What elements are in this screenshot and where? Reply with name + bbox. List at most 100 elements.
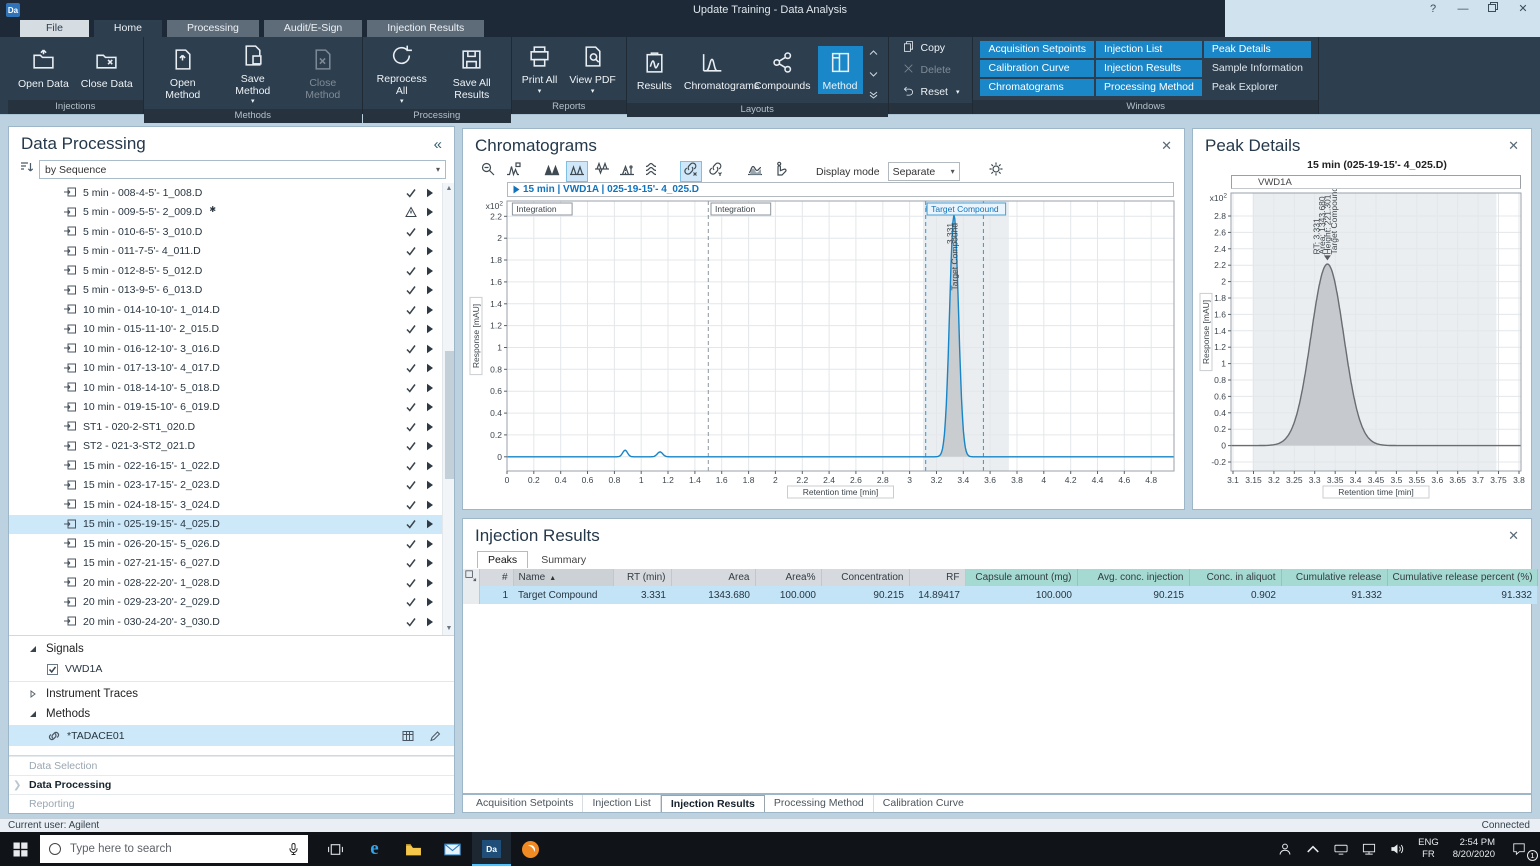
processing-method-window-button[interactable]: Processing Method [1096,79,1202,96]
overlay-signals-button[interactable] [566,161,588,182]
signal-vwd1a-checkbox[interactable] [47,664,58,675]
workflow-step-data-selection[interactable]: Data Selection [9,756,454,775]
injection-item[interactable]: 5 min - 008-4-5'- 1_008.D [9,183,454,203]
injection-item[interactable]: 15 min - 024-18-15'- 3_024.D [9,495,454,515]
file-explorer-button[interactable] [394,832,433,866]
scroll-down-icon[interactable]: ▼ [443,623,454,635]
reprocess-item-button[interactable] [426,363,434,373]
injection-item[interactable]: 5 min - 010-6-5'- 3_010.D [9,222,454,242]
reprocess-item-button[interactable] [426,344,434,354]
bottom-tab-injection-results[interactable]: Injection Results [661,795,765,812]
reprocess-item-button[interactable] [426,578,434,588]
column-header-concentration[interactable]: Concentration [821,569,909,586]
injection-item[interactable]: 15 min - 023-17-15'- 2_023.D [9,476,454,496]
injection-item[interactable]: 10 min - 017-13-10'- 4_017.D [9,359,454,379]
sort-order-icon[interactable] [19,160,34,179]
reprocess-item-button[interactable] [426,597,434,607]
stacked-signals-button[interactable] [641,161,663,182]
action-center-button[interactable]: 1 [1505,832,1540,866]
collapse-panel-button[interactable]: « [434,136,442,153]
reprocess-item-button[interactable] [426,402,434,412]
scroll-up-icon[interactable]: ▲ [443,183,454,195]
peak-details-window-button[interactable]: Peak Details [1204,41,1311,58]
data-analysis-app-button[interactable]: Da [472,832,511,866]
method-row[interactable]: *TADACE01 [9,725,454,746]
method-button[interactable]: Method [818,46,863,95]
reprocess-item-button[interactable] [426,285,434,295]
tab-home[interactable]: Home [94,20,162,37]
reprocess-all-button[interactable]: Reprocess All▾ [368,39,436,107]
mirror-signals-button[interactable] [591,161,613,182]
column-header-[interactable]: # [479,569,513,586]
reprocess-item-button[interactable] [426,383,434,393]
layouts-scroll-up-button[interactable] [868,44,880,54]
reprocess-item-button[interactable] [426,617,434,627]
column-header-cumulative-release-percent[interactable]: Cumulative release percent (%) [1387,569,1537,586]
bottom-tab-injection-list[interactable]: Injection List [583,795,660,812]
close-window-button[interactable]: ✕ [1516,2,1530,17]
autoscale-button[interactable] [502,161,524,182]
layouts-scroll-down-button[interactable] [868,65,880,75]
bottom-tab-acquisition-setpoints[interactable]: Acquisition Setpoints [467,795,583,812]
reprocess-item-button[interactable] [426,305,434,315]
peak-details-close-button[interactable]: ✕ [1508,138,1519,154]
column-header-capsule-amount-mg[interactable]: Capsule amount (mg) [965,569,1077,586]
openlab-app-button[interactable] [511,832,550,866]
scrollbar-thumb[interactable] [445,351,454,479]
injection-item[interactable]: 15 min - 027-21-15'- 6_027.D [9,554,454,574]
injection-item[interactable]: 10 min - 019-15-10'- 6_019.D [9,398,454,418]
language-switcher[interactable]: ENG FR [1411,832,1446,866]
open-method-button[interactable]: Open Method [149,43,217,103]
column-header-area[interactable]: Area% [755,569,821,586]
tab-processing[interactable]: Processing [167,20,259,37]
reprocess-item-button[interactable] [426,324,434,334]
layouts-more-button[interactable] [868,86,880,96]
clock[interactable]: 2:54 PM 8/20/2020 [1446,832,1505,866]
open-table-icon[interactable] [402,730,415,742]
compounds-button[interactable]: Compounds [749,46,816,95]
tab-audit-e-sign[interactable]: Audit/E-Sign [264,20,362,37]
reprocess-item-button[interactable] [426,422,434,432]
workflow-step-reporting[interactable]: Reporting [9,794,454,813]
manual-integration-button[interactable] [769,161,791,182]
reprocess-item-button[interactable] [426,266,434,276]
instrument-traces-header[interactable]: Instrument Traces [9,684,454,704]
task-view-button[interactable] [316,832,355,866]
fill-peaks-button[interactable] [744,161,766,182]
chromatogram-signal-header[interactable]: 15 min | VWD1A | 025-19-15'- 4_025.D [507,182,1174,197]
calibration-curve-window-button[interactable]: Calibration Curve [980,60,1093,77]
save-method-button[interactable]: Save Method▾ [219,39,287,107]
close-data-button[interactable]: Close Data [76,44,138,93]
mail-button[interactable] [433,832,472,866]
bottom-tab-calibration-curve[interactable]: Calibration Curve [874,795,973,812]
injection-item[interactable]: 10 min - 016-12-10'- 3_016.D [9,339,454,359]
sort-mode-select[interactable]: by Sequence ▾ [39,160,446,179]
injection-item[interactable]: 5 min - 012-8-5'- 5_012.D [9,261,454,281]
reprocess-item-button[interactable] [426,558,434,568]
tab-injection-results[interactable]: Injection Results [367,20,484,37]
tab-file[interactable]: File [20,20,89,37]
copy-button[interactable]: Copy [898,39,964,57]
print-all-button[interactable]: Print All▾ [517,40,563,97]
injection-item[interactable]: ST2 - 021-3-ST2_021.D [9,437,454,457]
reprocess-item-button[interactable] [426,500,434,510]
injection-item[interactable]: 15 min - 026-20-15'- 5_026.D [9,534,454,554]
injection-item[interactable]: 15 min - 025-19-15'- 4_025.D [9,515,454,535]
list-scrollbar[interactable]: ▲▼ [442,183,454,635]
reprocess-item-button[interactable] [426,207,434,217]
injection-item[interactable]: 20 min - 031-25-20'- 4_031.D [9,632,454,636]
reprocess-item-button[interactable] [426,480,434,490]
open-data-button[interactable]: Open Data [13,44,74,93]
view-pdf-button[interactable]: View PDF▾ [564,40,621,97]
help-button[interactable]: ? [1426,2,1440,17]
workflow-step-data-processing[interactable]: ❯Data Processing [9,775,454,794]
minimize-button[interactable]: — [1456,2,1470,17]
reprocess-item-button[interactable] [426,227,434,237]
peak-explorer-window-button[interactable]: Peak Explorer [1204,79,1311,96]
link-x-axis-button[interactable] [680,161,702,182]
signal-markers-button[interactable] [616,161,638,182]
column-header-area[interactable]: Area [671,569,755,586]
network-button[interactable] [1355,832,1383,866]
link-y-axis-button[interactable] [705,161,727,182]
injection-results-window-button[interactable]: Injection Results [1096,60,1202,77]
